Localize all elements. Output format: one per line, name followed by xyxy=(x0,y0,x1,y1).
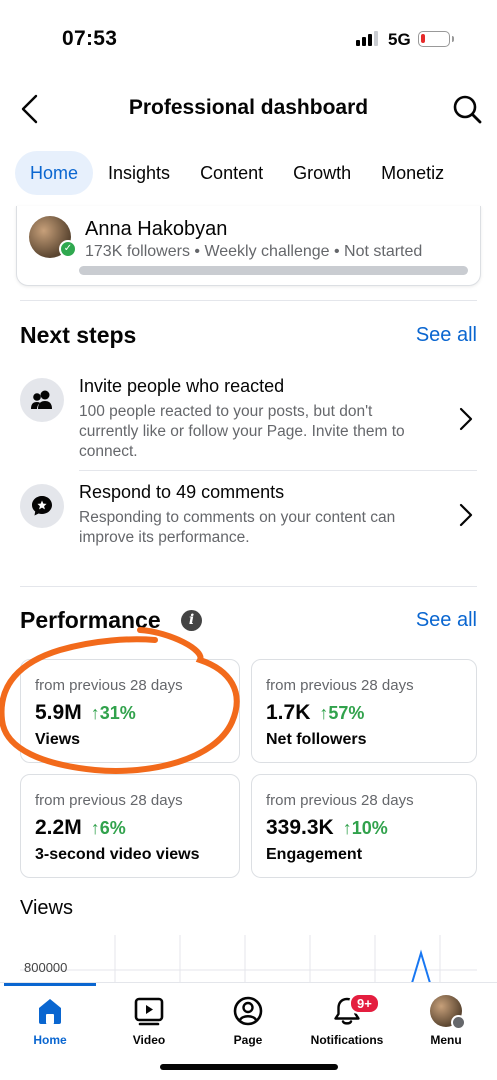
search-button[interactable] xyxy=(450,92,484,126)
comment-star-icon xyxy=(20,484,64,528)
nav-label: Home xyxy=(33,1033,67,1047)
notification-badge: 9+ xyxy=(349,993,380,1014)
metric-period: from previous 28 days xyxy=(35,677,183,694)
divider xyxy=(20,586,477,587)
next-step-item[interactable]: Invite people who reacted 100 people rea… xyxy=(20,376,477,462)
metric-value: 5.9M xyxy=(35,701,82,724)
tab-monetization[interactable]: Monetiz xyxy=(366,151,459,195)
signal-icon xyxy=(356,30,378,46)
check-icon: ✓ xyxy=(59,240,77,258)
people-icon xyxy=(20,378,64,422)
nav-label: Video xyxy=(132,1033,166,1047)
nav-video[interactable]: Video xyxy=(99,995,199,1057)
step-title: Respond to 49 comments xyxy=(79,482,285,502)
page-icon xyxy=(232,995,264,1027)
menu-avatar-icon xyxy=(430,995,466,1030)
profile-meta: 173K followers • Weekly challenge • Not … xyxy=(85,243,423,260)
metric-change: ↑31% xyxy=(90,703,136,723)
views-chart-title: Views xyxy=(20,897,73,919)
battery-icon xyxy=(418,31,454,47)
metric-card-net-followers[interactable]: from previous 28 days 1.7K ↑57% Net foll… xyxy=(251,659,477,763)
metric-label: Engagement xyxy=(266,846,363,863)
tab-content[interactable]: Content xyxy=(185,151,278,195)
tab-growth[interactable]: Growth xyxy=(278,151,366,195)
network-type: 5G xyxy=(388,30,411,49)
video-icon xyxy=(133,995,165,1027)
nav-label: Menu xyxy=(430,1033,462,1047)
chevron-right-icon xyxy=(459,407,473,431)
status-bar: 07:53 5G xyxy=(0,0,497,80)
search-icon xyxy=(453,95,482,124)
home-indicator xyxy=(160,1064,338,1070)
metric-label: Views xyxy=(35,731,81,748)
metric-change: ↑57% xyxy=(319,703,365,723)
challenge-progress-bar xyxy=(79,266,468,275)
metric-value: 339.3K xyxy=(266,816,334,839)
nav-label: Page xyxy=(233,1033,263,1047)
status-time: 07:53 xyxy=(62,27,118,50)
nav-page[interactable]: Page xyxy=(198,995,298,1057)
divider xyxy=(20,300,477,301)
active-tab-indicator xyxy=(4,983,96,986)
metric-change: ↑6% xyxy=(90,818,126,838)
metric-change: ↑10% xyxy=(342,818,388,838)
metric-period: from previous 28 days xyxy=(35,792,183,809)
page-title: Professional dashboard xyxy=(128,96,369,119)
step-description: 100 people reacted to your posts, but do… xyxy=(79,403,405,460)
page-header: Professional dashboard xyxy=(0,88,497,130)
step-title: Invite people who reacted xyxy=(79,376,285,396)
metric-period: from previous 28 days xyxy=(266,792,414,809)
performance-see-all-link[interactable]: See all xyxy=(416,609,477,632)
chevron-right-icon xyxy=(459,503,473,527)
divider xyxy=(79,470,477,471)
views-chart: 800000 xyxy=(20,935,477,985)
metric-label: Net followers xyxy=(266,731,367,748)
metric-value: 1.7K xyxy=(266,701,311,724)
profile-name: Anna Hakobyan xyxy=(85,218,228,240)
metric-card-engagement[interactable]: from previous 28 days 339.3K ↑10% Engage… xyxy=(251,774,477,878)
chart-y-tick: 800000 xyxy=(24,960,68,975)
metric-card-views[interactable]: from previous 28 days 5.9M ↑31% Views xyxy=(20,659,240,763)
next-step-item[interactable]: Respond to 49 comments Responding to com… xyxy=(20,482,477,548)
next-steps-title: Next steps xyxy=(20,322,137,348)
nav-notifications[interactable]: 9+ Notifications xyxy=(297,993,397,1057)
home-icon xyxy=(34,995,66,1027)
profile-card[interactable]: ✓ Anna Hakobyan 173K followers • Weekly … xyxy=(16,206,481,286)
tab-bar: Home Insights Content Growth Monetiz xyxy=(15,151,459,195)
performance-title: Performance xyxy=(20,607,161,633)
metric-value: 2.2M xyxy=(35,816,82,839)
info-icon[interactable]: i xyxy=(181,610,202,631)
nav-home[interactable]: Home xyxy=(0,995,100,1057)
tab-insights[interactable]: Insights xyxy=(93,151,185,195)
nav-label: Notifications xyxy=(310,1033,384,1047)
metric-label: 3-second video views xyxy=(35,846,200,863)
step-description: Responding to comments on your content c… xyxy=(79,509,396,546)
metric-card-video-views[interactable]: from previous 28 days 2.2M ↑6% 3-second … xyxy=(20,774,240,878)
metric-period: from previous 28 days xyxy=(266,677,414,694)
tab-home[interactable]: Home xyxy=(15,151,94,195)
nav-menu[interactable]: Menu xyxy=(396,995,496,1057)
next-steps-see-all-link[interactable]: See all xyxy=(416,324,477,347)
